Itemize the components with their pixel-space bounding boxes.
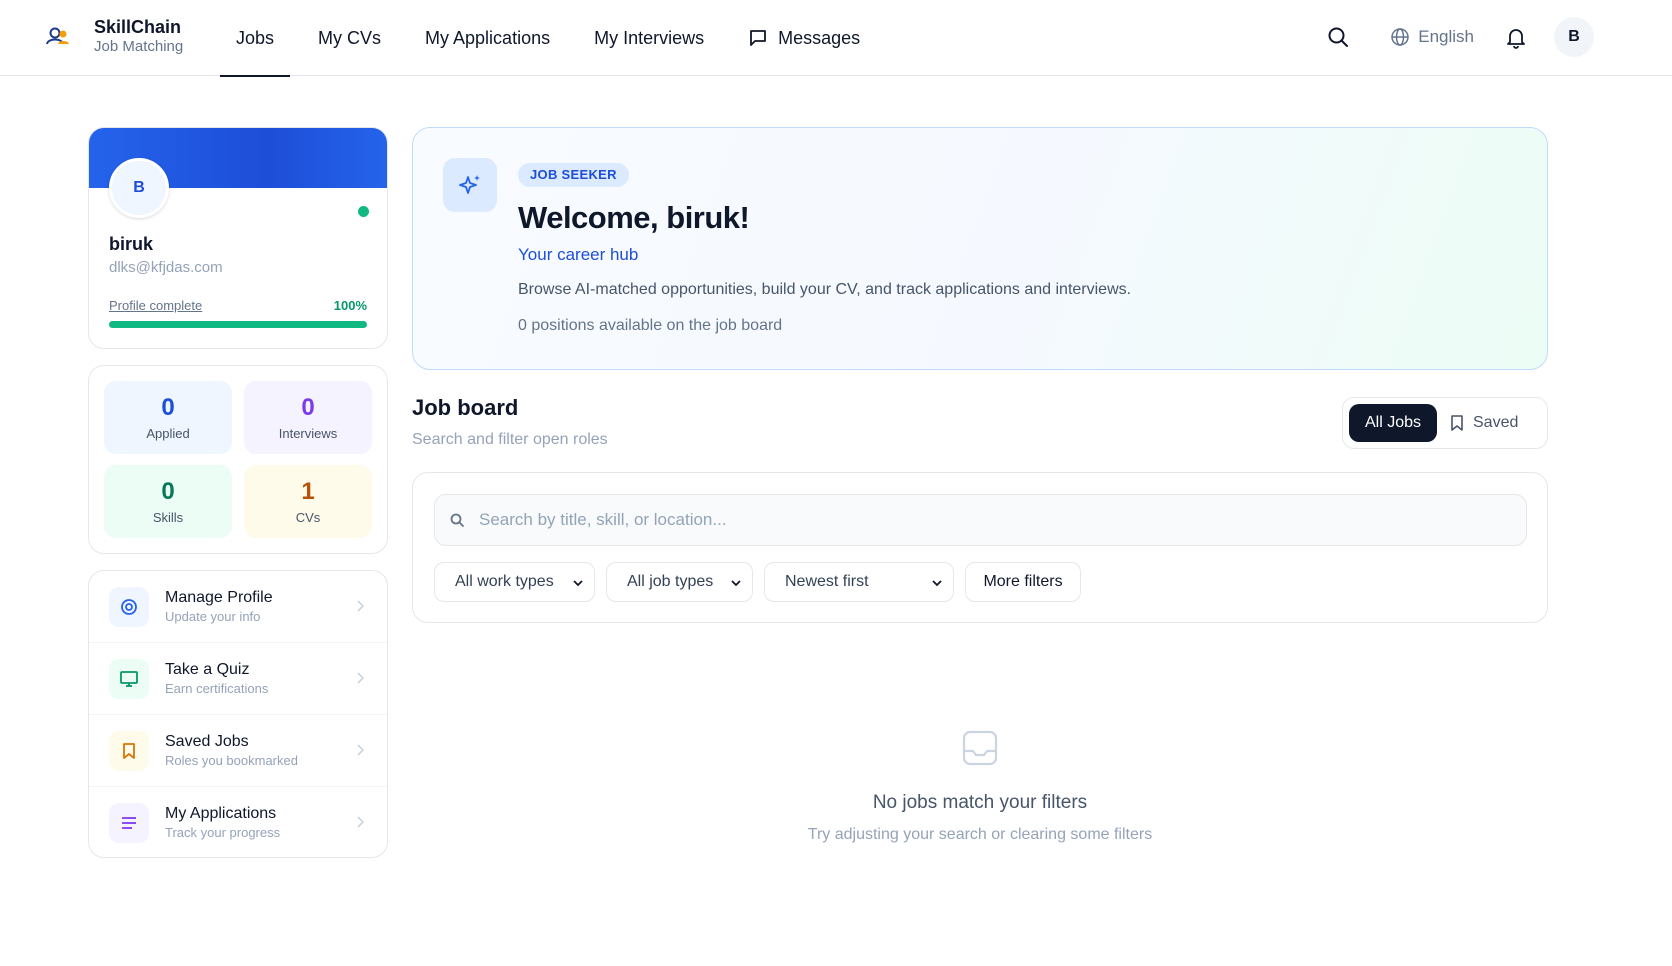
stat-label: Interviews	[278, 426, 338, 441]
menu-item-title: Take a Quiz	[165, 660, 250, 678]
positions-count: 0 positions available on the job board	[518, 317, 783, 334]
menu-item-take-quiz[interactable]: Take a Quiz Earn certifications	[89, 643, 387, 715]
target-icon	[109, 586, 149, 627]
welcome-description: Browse AI-matched opportunities, build y…	[518, 281, 1132, 298]
menu-item-subtitle: Earn certifications	[165, 680, 269, 696]
language-label: English	[1418, 27, 1474, 46]
chevron-down-icon	[573, 580, 583, 587]
menu-item-subtitle: Track your progress	[165, 825, 281, 840]
profile-email: dlks@kfjdas.com	[109, 259, 223, 276]
stats-card: 0 Applied 0 Interviews 0 Skills 1 CVs	[88, 365, 388, 554]
chevron-right-icon	[357, 600, 365, 612]
profile-name: biruk	[109, 234, 154, 254]
chevron-down-icon	[731, 580, 741, 587]
main-nav: Jobs My CVs My Applications My Interview…	[220, 0, 888, 77]
nav-tab-jobs[interactable]: Jobs	[220, 0, 291, 77]
stat-cvs[interactable]: 1 CVs	[244, 465, 372, 538]
profile-complete-link[interactable]: Profile complete	[109, 298, 202, 313]
top-navbar: SkillChain Job Matching Jobs My CVs My A…	[0, 0, 1672, 77]
stat-applied[interactable]: 0 Applied	[104, 381, 232, 454]
welcome-subtitle: Your career hub	[518, 245, 639, 264]
user-avatar[interactable]: B	[1554, 17, 1594, 57]
job-search-box	[434, 494, 1527, 546]
users-logo-icon	[46, 27, 69, 45]
profile-card: B biruk dlks@kfjdas.com Profile complete…	[88, 127, 388, 349]
search-icon	[1328, 27, 1349, 47]
brand-subtitle: Job Matching	[94, 38, 184, 55]
stat-value: 0	[161, 394, 175, 421]
work-type-select[interactable]: All work types	[434, 562, 595, 602]
menu-item-my-applications[interactable]: My Applications Track your progress	[89, 787, 387, 857]
menu-item-title: Manage Profile	[165, 588, 273, 606]
search-button[interactable]	[1318, 17, 1358, 57]
job-board-subtitle: Search and filter open roles	[412, 431, 608, 448]
filters-card: All work types All job types Newest firs…	[412, 472, 1548, 623]
profile-progress-bar	[109, 321, 367, 328]
list-icon	[109, 803, 149, 843]
empty-state-subtitle: Try adjusting your search or clearing so…	[807, 826, 1153, 843]
brand[interactable]: SkillChain Job Matching	[44, 16, 183, 56]
nav-tab-label: Jobs	[236, 27, 275, 48]
nav-tab-my-interviews[interactable]: My Interviews	[578, 0, 720, 76]
chevron-right-icon	[357, 744, 365, 756]
welcome-title: Welcome, biruk!	[518, 200, 750, 235]
profile-avatar[interactable]: B	[109, 158, 169, 218]
quick-links-card: Manage Profile Update your info Take a Q…	[88, 570, 388, 858]
inbox-icon	[962, 730, 998, 766]
chevron-right-icon	[357, 816, 365, 828]
nav-tab-label: My CVs	[318, 27, 382, 48]
menu-item-title: Saved Jobs	[165, 732, 249, 750]
nav-tab-label: My Applications	[425, 27, 551, 48]
message-icon	[750, 30, 767, 46]
select-value: All work types	[455, 573, 554, 590]
nav-tab-label: My Interviews	[594, 27, 705, 48]
menu-item-subtitle: Roles you bookmarked	[165, 752, 298, 768]
notifications-button[interactable]	[1496, 17, 1536, 57]
language-selector[interactable]: English	[1390, 27, 1474, 47]
role-badge: JOB SEEKER	[518, 163, 629, 187]
globe-icon	[1391, 28, 1409, 46]
menu-item-manage-profile[interactable]: Manage Profile Update your info	[89, 571, 387, 643]
select-value: All job types	[627, 573, 714, 590]
saved-jobs-button[interactable]: Saved	[1449, 404, 1518, 442]
chevron-right-icon	[357, 672, 365, 684]
menu-item-subtitle: Update your info	[165, 608, 261, 624]
welcome-card: JOB SEEKER Welcome, biruk! Your career h…	[412, 127, 1548, 370]
saved-label: Saved	[1473, 414, 1519, 431]
stat-interviews[interactable]: 0 Interviews	[244, 381, 372, 454]
sort-select[interactable]: Newest first	[764, 562, 954, 602]
bookmark-icon	[1451, 415, 1463, 431]
stat-label: Skills	[152, 510, 184, 525]
bookmark-icon	[109, 730, 149, 771]
nav-tab-messages[interactable]: Messages	[732, 0, 876, 76]
stat-label: Applied	[146, 426, 190, 441]
brand-name: SkillChain	[94, 17, 182, 37]
stat-label: CVs	[295, 510, 321, 525]
empty-state-title: No jobs match your filters	[872, 792, 1088, 813]
search-icon	[450, 513, 464, 527]
profile-complete-percent: 100%	[333, 298, 367, 313]
nav-tab-my-cvs[interactable]: My CVs	[302, 0, 397, 76]
select-value: Newest first	[785, 573, 869, 590]
job-board-title: Job board	[412, 395, 519, 420]
online-status-dot	[358, 206, 369, 217]
jobs-view-toggle: All Jobs Saved	[1342, 397, 1548, 449]
menu-item-saved-jobs[interactable]: Saved Jobs Roles you bookmarked	[89, 715, 387, 787]
chevron-down-icon	[932, 580, 942, 587]
menu-item-title: My Applications	[165, 805, 277, 822]
monitor-icon	[109, 658, 149, 699]
nav-tab-my-applications[interactable]: My Applications	[409, 0, 566, 76]
nav-tab-label: Messages	[778, 27, 861, 48]
job-type-select[interactable]: All job types	[606, 562, 753, 602]
all-jobs-button[interactable]: All Jobs	[1349, 404, 1437, 442]
more-filters-button[interactable]: More filters	[965, 562, 1081, 602]
sparkles-icon	[443, 158, 497, 212]
profile-progress-fill	[109, 321, 367, 328]
stat-skills[interactable]: 0 Skills	[104, 465, 232, 538]
stat-value: 0	[301, 394, 315, 421]
stat-value: 0	[161, 478, 175, 505]
bell-icon	[1507, 29, 1525, 49]
stat-value: 1	[301, 478, 315, 505]
job-search-input[interactable]	[479, 510, 1479, 530]
